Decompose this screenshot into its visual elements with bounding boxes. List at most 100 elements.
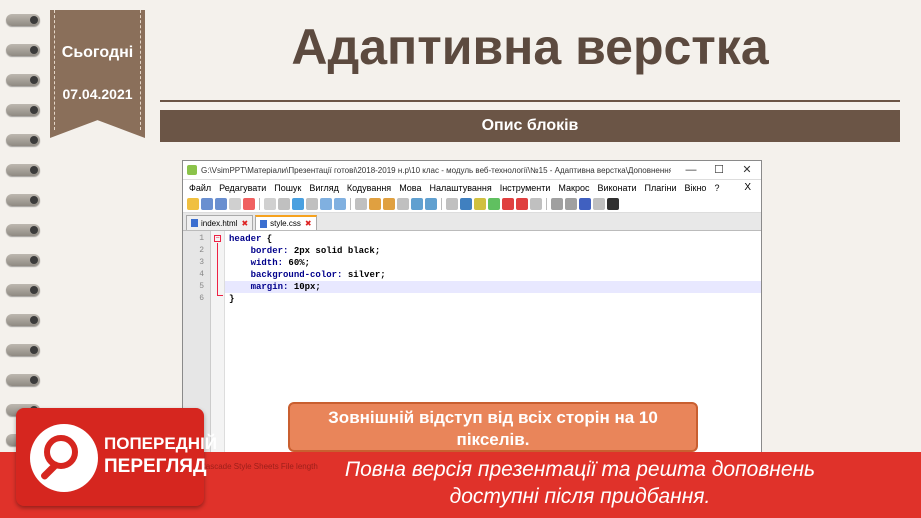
window-titlebar: G:\VsimPPT\Матеріали\Презентації готові\… [183, 161, 761, 180]
menu-macro[interactable]: Макрос [554, 183, 593, 193]
spiral-hole [30, 316, 38, 324]
menu-view[interactable]: Вигляд [305, 183, 343, 193]
menu-bar: Файл Редагувати Пошук Вигляд Кодування М… [183, 180, 761, 195]
toolbar-button-icon[interactable] [320, 197, 332, 210]
file-icon [260, 219, 268, 228]
toolbar-button-icon[interactable] [201, 197, 213, 210]
toolbar-button-icon[interactable] [446, 197, 458, 210]
toolbar-button-icon[interactable] [530, 197, 542, 210]
code-line: header { [229, 234, 273, 244]
preview-message: Повна версія презентації та решта доповн… [260, 456, 900, 510]
toolbar-button-icon[interactable] [488, 197, 500, 210]
toolbar-button-icon[interactable] [383, 197, 395, 210]
toolbar-button-icon[interactable] [579, 197, 591, 210]
toolbar [183, 195, 761, 213]
toolbar-button-icon[interactable] [334, 197, 346, 210]
spiral-hole [30, 166, 38, 174]
callout-line-2: пікселів. [456, 430, 530, 449]
toolbar-button-icon[interactable] [306, 197, 318, 210]
close-button[interactable]: ✕ [733, 161, 761, 180]
line-number: 4 [199, 270, 204, 279]
code-line: background-color: silver; [250, 270, 386, 280]
callout-line-1: Зовнішній відступ від всіх сторін на 10 [328, 408, 658, 427]
menu-file[interactable]: Файл [185, 183, 215, 193]
today-label: Сьогодні [61, 44, 134, 61]
badge-line-1: ПОПЕРЕДНІЙ [104, 434, 218, 453]
menu-run[interactable]: Виконати [593, 183, 640, 193]
toolbar-button-icon[interactable] [502, 197, 514, 210]
toolbar-button-icon[interactable] [474, 197, 486, 210]
toolbar-button-icon[interactable] [369, 197, 381, 210]
toolbar-button-icon[interactable] [243, 197, 255, 210]
menu-help[interactable]: ? [710, 183, 723, 193]
toolbar-button-icon[interactable] [516, 197, 528, 210]
toolbar-button-icon[interactable] [264, 197, 276, 210]
menu-settings[interactable]: Налаштування [425, 183, 495, 193]
menu-window[interactable]: Вікно [681, 183, 711, 193]
spiral-hole [30, 16, 38, 24]
menu-language[interactable]: Мова [395, 183, 425, 193]
preview-message-line-2: доступні після придбання. [449, 485, 711, 508]
toolbar-button-icon[interactable] [460, 197, 472, 210]
code-line: border: 2px solid black; [250, 246, 381, 256]
menu-tools[interactable]: Інструменти [496, 183, 555, 193]
toolbar-button-icon[interactable] [187, 197, 199, 210]
maximize-button[interactable]: ☐ [705, 161, 733, 180]
toolbar-button-icon[interactable] [551, 197, 563, 210]
spiral-hole [30, 286, 38, 294]
line-number: 1 [199, 234, 204, 243]
magnifier-icon [30, 424, 98, 492]
tab-close-icon[interactable]: ✖ [305, 219, 312, 228]
toolbar-button-icon[interactable] [292, 197, 304, 210]
tab-close-icon[interactable]: ✖ [241, 219, 248, 228]
spiral-hole [30, 76, 38, 84]
slide-subtitle: Опис блоків [160, 110, 900, 142]
toolbar-button-icon[interactable] [425, 197, 437, 210]
toolbar-button-icon[interactable] [229, 197, 241, 210]
toolbar-separator [441, 197, 442, 210]
toolbar-button-icon[interactable] [565, 197, 577, 210]
callout-box: Зовнішній відступ від всіх сторін на 10 … [288, 402, 698, 452]
line-number: 2 [199, 246, 204, 255]
menu-search[interactable]: Пошук [270, 183, 305, 193]
spiral-hole [30, 196, 38, 204]
code-line-current: margin: 10px; [225, 281, 761, 293]
fold-toggle-icon[interactable]: − [214, 235, 221, 242]
toolbar-button-icon[interactable] [607, 197, 619, 210]
menu-close-icon[interactable]: X [740, 180, 755, 195]
spiral-hole [30, 346, 38, 354]
toolbar-separator [350, 197, 351, 210]
badge-line-2: ПЕРЕГЛЯД [104, 456, 207, 477]
menu-edit[interactable]: Редагувати [215, 183, 270, 193]
tab-style-css[interactable]: style.css ✖ [255, 215, 317, 230]
tab-label: index.html [201, 218, 238, 228]
tab-index-html[interactable]: index.html ✖ [186, 215, 254, 230]
spiral-hole [30, 106, 38, 114]
date-label: 07.04.2021 [62, 86, 133, 102]
code-line: width: 60%; [250, 258, 311, 268]
spiral-hole [30, 46, 38, 54]
toolbar-button-icon[interactable] [278, 197, 290, 210]
slide-title: Адаптивна верстка [291, 19, 769, 75]
spiral-hole [30, 226, 38, 234]
code-line: } [229, 294, 235, 304]
minimize-button[interactable]: — [677, 161, 705, 180]
toolbar-button-icon[interactable] [355, 197, 367, 210]
line-number: 6 [199, 294, 204, 303]
toolbar-separator [259, 197, 260, 210]
file-icon [191, 219, 198, 227]
line-number: 3 [199, 258, 204, 267]
toolbar-button-icon[interactable] [397, 197, 409, 210]
line-number: 5 [199, 282, 204, 291]
tab-bar: index.html ✖ style.css ✖ [183, 213, 761, 231]
title-divider [160, 100, 900, 102]
preview-badge: ПОПЕРЕДНІЙ ПЕРЕГЛЯД [16, 408, 217, 506]
preview-message-line-1: Повна версія презентації та решта доповн… [344, 458, 816, 481]
menu-encoding[interactable]: Кодування [343, 183, 395, 193]
window-title: G:\VsimPPT\Матеріали\Презентації готові\… [201, 165, 671, 175]
date-banner: Сьогодні 07.04.2021 [50, 10, 145, 138]
toolbar-button-icon[interactable] [411, 197, 423, 210]
menu-plugins[interactable]: Плагіни [641, 183, 681, 193]
toolbar-button-icon[interactable] [215, 197, 227, 210]
toolbar-button-icon[interactable] [593, 197, 605, 210]
